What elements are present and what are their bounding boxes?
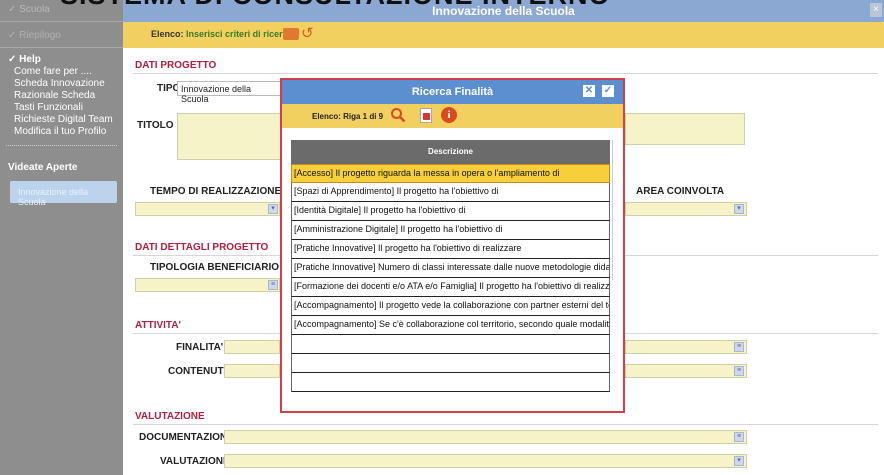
ricerca-finalita-modal: Ricerca Finalità ✕ ✓ Elenco: Riga 1 di 9…: [280, 78, 625, 413]
table-row[interactable]: [291, 354, 610, 373]
table-row[interactable]: [291, 373, 610, 392]
chevron-down-icon[interactable]: ▾: [268, 204, 278, 214]
tipologia-select[interactable]: [135, 278, 280, 292]
table-row[interactable]: [Formazione dei docenti e/o ATA e/o Fami…: [291, 278, 610, 297]
table-row[interactable]: [291, 335, 610, 354]
section-valutazione: VALUTAZIONE: [135, 411, 205, 422]
table-row[interactable]: [Pratiche Innovative] Il progetto ha l'o…: [291, 240, 610, 259]
list-icon[interactable]: ≡: [734, 366, 744, 376]
results-table: Descrizione [Accesso] Il progetto riguar…: [291, 140, 610, 392]
area-select[interactable]: [625, 202, 747, 216]
sidebar-item[interactable]: Scheda Innovazione: [0, 77, 123, 89]
contenuti-label: CONTENUTI: [168, 366, 227, 377]
modal-toolbar: Elenco: Riga 1 di 9 i: [282, 104, 623, 128]
list-icon[interactable]: ≡: [268, 280, 278, 290]
section-dati-progetto: DATI PROGETTO: [135, 60, 217, 71]
app-root: ✓ Scuola ✓ Riepilogo ✓ Help Come fare pe…: [0, 0, 884, 475]
section-dettagli: DATI DETTAGLI PROGETTO: [135, 242, 269, 253]
list-icon[interactable]: ≡: [734, 342, 744, 352]
row-count: Elenco: Riga 1 di 9: [312, 112, 384, 121]
finalita-field-right[interactable]: [625, 340, 747, 354]
undo-icon[interactable]: ↺: [301, 26, 315, 42]
titolo-field-right[interactable]: [625, 113, 745, 145]
table-row[interactable]: [Spazi di Apprendimento] Il progetto ha …: [291, 183, 610, 202]
tipo-field[interactable]: Innovazione della Scuola: [177, 81, 281, 104]
divider: [133, 424, 878, 425]
sidebar-item-label: Scuola: [19, 4, 50, 15]
tempo-select[interactable]: [135, 202, 280, 216]
sidebar-item[interactable]: Tasti Funzionali: [0, 101, 123, 113]
sidebar-item[interactable]: Modifica il tuo Profilo: [0, 125, 123, 137]
sidebar-item-riepilogo[interactable]: ✓ Riepilogo: [0, 22, 123, 48]
table-row[interactable]: [Accompagnamento] Se c'è collaborazione …: [291, 316, 610, 335]
table-row[interactable]: [Accesso] Il progetto riguarda la messa …: [291, 164, 610, 183]
elenco-value: Inserisci criteri di ricerca: [186, 29, 293, 39]
contenuti-field-right[interactable]: [625, 364, 747, 378]
chevron-down-icon[interactable]: ▾: [734, 456, 744, 466]
overlay-heading: SISTEMA DI CONSULTAZIONE INTERNO: [60, 0, 611, 11]
toolbar: Elenco: Inserisci criteri di ricerca ↺: [123, 22, 884, 48]
open-view-tab[interactable]: Innovazione della Scuola: [10, 181, 117, 207]
divider: [133, 73, 878, 74]
modal-title: Ricerca Finalità: [411, 86, 494, 98]
tempo-label: TEMPO DI REALIZZAZIONE: [150, 186, 282, 197]
area-label: AREA COINVOLTA: [636, 186, 725, 197]
finalita-label: FINALITA': [176, 342, 224, 353]
valutazione-select[interactable]: [224, 454, 747, 468]
titolo-field[interactable]: [177, 113, 281, 160]
table-row[interactable]: [Pratiche Innovative] Numero di classi i…: [291, 259, 610, 278]
help-label: Help: [19, 54, 41, 65]
sidebar-item-label: Riepilogo: [19, 30, 61, 41]
table-row[interactable]: [Identità Digitale] Il progetto ha l'obi…: [291, 202, 610, 221]
open-views-header: Videate Aperte: [8, 162, 78, 173]
chevron-down-icon[interactable]: ▾: [734, 204, 744, 214]
table-row[interactable]: [Accompagnamento] Il progetto vede la co…: [291, 297, 610, 316]
sidebar-item[interactable]: Come fare per ....: [0, 65, 123, 77]
elenco-label: Elenco: Inserisci criteri di ricerca: [151, 29, 293, 39]
documentazione-label: DOCUMENTAZIONE: [139, 432, 234, 443]
pdf-icon[interactable]: [420, 108, 432, 123]
documentazione-field[interactable]: [224, 430, 747, 444]
sidebar-item[interactable]: Richieste Digital Team: [0, 113, 123, 125]
list-icon[interactable]: ≡: [734, 432, 744, 442]
elenco-key: Elenco:: [151, 29, 184, 39]
sidebar: ✓ Scuola ✓ Riepilogo ✓ Help Come fare pe…: [0, 0, 123, 475]
table-row[interactable]: [Amministrazione Digitale] Il progetto h…: [291, 221, 610, 240]
scrollbar[interactable]: [612, 140, 621, 280]
sidebar-item[interactable]: Razionale Scheda: [0, 89, 123, 101]
column-header: Descrizione: [291, 140, 610, 164]
titolo-label: TITOLO: [137, 120, 174, 131]
finalita-field[interactable]: [224, 340, 280, 354]
valutazione-label: VALUTAZIONE: [160, 456, 230, 467]
modal-header: Ricerca Finalità ✕ ✓: [282, 80, 623, 104]
close-icon[interactable]: ✕: [582, 84, 596, 98]
tipologia-label: TIPOLOGIA BENEFICIARIO: [150, 262, 280, 273]
section-attivita: ATTIVITA': [135, 320, 181, 331]
close-icon[interactable]: ×: [870, 3, 882, 17]
check-icon[interactable]: ✓: [601, 84, 615, 98]
contenuti-field[interactable]: [224, 364, 280, 378]
folder-icon[interactable]: [283, 28, 299, 40]
search-icon[interactable]: [390, 107, 406, 123]
info-icon[interactable]: i: [441, 107, 457, 123]
sidebar-help-header[interactable]: ✓ Help: [0, 48, 123, 65]
sidebar-divider: [6, 145, 117, 146]
